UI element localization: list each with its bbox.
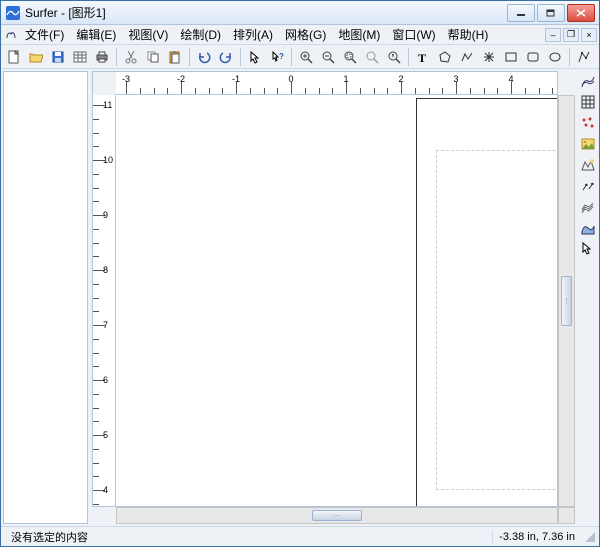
whats-this-button[interactable]: ? [267,47,287,67]
menu-arrange[interactable]: 排列(A) [227,24,279,45]
window-title: Surfer - [图形1] [25,4,507,21]
menu-file[interactable]: 文件(F) [19,24,70,45]
pointer-button[interactable] [245,47,265,67]
ellipse-tool-button[interactable] [545,47,565,67]
reshape-tool-button[interactable] [574,47,594,67]
statusbar: 没有选定的内容 -3.38 in, 7.36 in [1,526,599,546]
canvas-container: -3-2-101234 11109876543 ⋮ ⋯ [92,71,575,524]
surface-icon[interactable] [579,219,597,237]
zoom-out-button[interactable] [318,47,338,67]
polyline-tool-button[interactable] [457,47,477,67]
window-buttons [507,4,595,22]
polygon-tool-button[interactable] [435,47,455,67]
menu-window[interactable]: 窗口(W) [386,24,441,45]
menubar: 文件(F) 编辑(E) 视图(V) 绘制(D) 排列(A) 网格(G) 地图(M… [1,25,599,45]
open-button[interactable] [26,47,46,67]
document-icon [5,28,17,40]
ruler-vertical[interactable]: 11109876543 [92,95,116,507]
undo-button[interactable] [194,47,214,67]
new-button[interactable] [4,47,24,67]
workarea: -3-2-101234 11109876543 ⋮ ⋯ [1,69,599,526]
horizontal-scrollbar[interactable]: ⋯ [116,507,558,524]
close-button[interactable] [567,4,595,22]
scroll-corner [558,507,575,524]
save-button[interactable] [48,47,68,67]
right-toolbar [577,69,599,526]
zoom-rect-button[interactable] [340,47,360,67]
menu-draw[interactable]: 绘制(D) [174,24,227,45]
shaded-relief-icon[interactable] [579,156,597,174]
mdi-restore-button[interactable]: ❐ [563,28,579,42]
menu-view[interactable]: 视图(V) [122,24,174,45]
copy-button[interactable] [143,47,163,67]
ruler-gap [558,71,575,95]
minimize-button[interactable] [507,4,535,22]
base-map-icon[interactable] [579,93,597,111]
svg-text:?: ? [279,52,284,61]
scroll-gap [92,507,116,524]
menu-grid[interactable]: 网格(G) [279,24,332,45]
app-window: Surfer - [图形1] 文件(F) 编辑(E) 视图(V) 绘制(D) 排… [0,0,600,547]
paste-button[interactable] [165,47,185,67]
post-map-icon[interactable] [579,114,597,132]
menu-help[interactable]: 帮助(H) [442,24,495,45]
titlebar: Surfer - [图形1] [1,1,599,25]
wireframe-icon[interactable] [579,198,597,216]
vertical-scrollbar[interactable]: ⋮ [558,95,575,507]
resize-grip-icon[interactable] [585,532,595,542]
menu-edit[interactable]: 编辑(E) [70,24,122,45]
status-coordinates: -3.38 in, 7.36 in [492,531,581,543]
svg-text:T: T [418,51,426,64]
symbol-tool-button[interactable] [479,47,499,67]
horizontal-scroll-thumb[interactable]: ⋯ [312,510,362,521]
horizontal-scrollbar-row: ⋯ [92,507,575,524]
ruler-horizontal[interactable]: -3-2-101234 [116,71,558,95]
ruler-corner [92,71,116,95]
canvas[interactable] [116,95,558,507]
contour-map-icon[interactable] [579,72,597,90]
zoom-fit-button[interactable] [362,47,382,67]
image-map-icon[interactable] [579,135,597,153]
mdi-controls: ‒ ❐ × [545,28,597,42]
toolbar: ? T [1,45,599,69]
mdi-minimize-button[interactable]: ‒ [545,28,561,42]
rounded-rect-tool-button[interactable] [523,47,543,67]
cut-button[interactable] [121,47,141,67]
vertical-scroll-thumb[interactable]: ⋮ [561,276,572,326]
object-tree-panel[interactable] [3,71,88,524]
rectangle-tool-button[interactable] [501,47,521,67]
page-margin-guide [436,150,558,490]
identify-icon[interactable] [579,240,597,258]
grid-data-button[interactable] [70,47,90,67]
zoom-in-button[interactable] [296,47,316,67]
maximize-button[interactable] [537,4,565,22]
text-tool-button[interactable]: T [413,47,433,67]
menu-map[interactable]: 地图(M) [332,24,386,45]
app-icon [5,5,21,21]
zoom-realtime-button[interactable] [384,47,404,67]
status-selection: 没有选定的内容 [5,529,94,545]
vector-map-icon[interactable] [579,177,597,195]
redo-button[interactable] [216,47,236,67]
print-button[interactable] [92,47,112,67]
mdi-close-button[interactable]: × [581,28,597,42]
